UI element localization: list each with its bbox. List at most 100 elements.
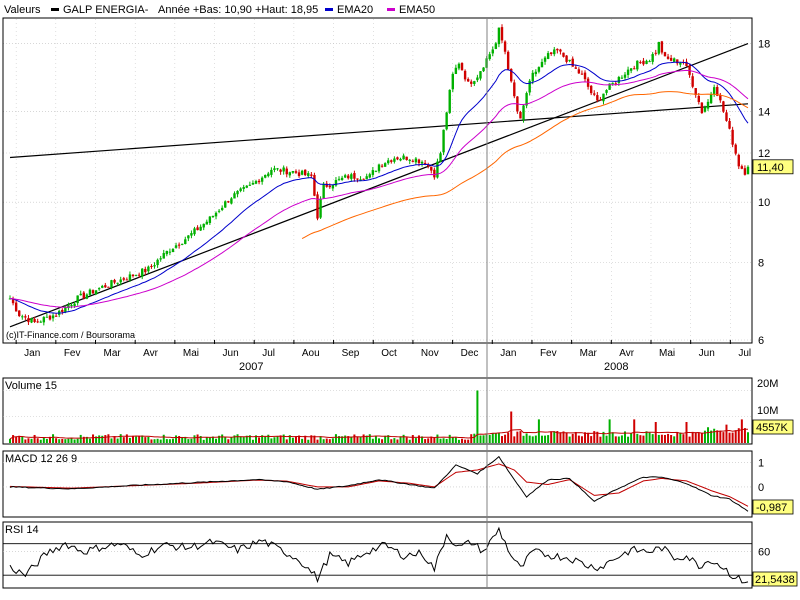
volume-bar — [110, 438, 113, 443]
price-candle — [377, 164, 381, 172]
price-y-tick: 18 — [758, 39, 770, 51]
volume-bar — [15, 436, 18, 443]
volume-bar — [642, 435, 645, 443]
price-candle — [356, 178, 359, 180]
volume-bar — [528, 435, 531, 443]
volume-bar — [359, 436, 362, 443]
volume-bar — [215, 438, 218, 443]
price-candle — [131, 274, 135, 277]
rsi-y-tick: 60 — [758, 547, 770, 559]
volume-bar — [611, 432, 614, 443]
price-candle — [94, 290, 98, 295]
price-candle — [319, 198, 322, 218]
price-candle — [417, 159, 421, 164]
volume-bar — [168, 439, 171, 443]
price-candle — [171, 248, 175, 253]
volume-bar — [691, 431, 694, 443]
volume-bar — [334, 434, 337, 443]
price-candle — [288, 172, 292, 176]
price-candle — [214, 212, 218, 217]
volume-bar — [457, 439, 460, 443]
volume-bar — [513, 436, 516, 443]
price-candle — [374, 170, 378, 172]
volume-bar — [138, 435, 141, 443]
price-candle — [725, 112, 728, 121]
price-candle — [251, 182, 255, 185]
volume-bar — [424, 439, 427, 443]
price-candle — [331, 185, 335, 189]
watermark: (c)IT-Finance.com / Boursorama — [6, 330, 135, 340]
volume-bar — [116, 438, 119, 443]
price-candle — [470, 81, 473, 84]
price-candle — [411, 160, 415, 162]
price-candle — [540, 61, 544, 68]
volume-bar — [467, 439, 470, 443]
price-candle — [430, 166, 433, 171]
volume-bar — [193, 435, 196, 443]
volume-bar — [534, 435, 537, 443]
volume-last-label: 4557K — [756, 422, 788, 434]
volume-bar — [125, 434, 128, 443]
volume-bar — [544, 435, 547, 443]
volume-bar — [568, 436, 571, 443]
price-candle — [596, 95, 599, 101]
price-candle — [497, 27, 501, 45]
price-candle — [297, 172, 301, 176]
price-candle — [282, 167, 285, 172]
price-candle — [737, 154, 740, 167]
price-candle — [107, 286, 110, 288]
price-candle — [645, 60, 648, 64]
price-candle — [629, 68, 633, 71]
price-candle — [706, 101, 710, 109]
volume-bar — [433, 438, 436, 443]
price-candle — [104, 285, 107, 288]
volume-bar — [328, 439, 331, 443]
price-candle — [466, 79, 470, 82]
price-candle — [666, 56, 670, 59]
volume-bar — [58, 439, 61, 443]
volume-bar — [663, 434, 666, 443]
volume-bar — [24, 439, 27, 443]
ema20-label: EMA20 — [337, 4, 373, 16]
month-label: Fev — [64, 348, 81, 359]
volume-bar — [33, 434, 36, 443]
price-candle — [531, 72, 534, 82]
volume-bar — [620, 435, 623, 443]
price-candle — [611, 82, 614, 84]
price-candle — [365, 176, 368, 180]
price-candle — [722, 101, 725, 112]
volume-bar — [540, 435, 543, 443]
year-label-2007: 2007 — [239, 361, 263, 373]
price-candle — [276, 168, 279, 170]
volume-bar — [9, 438, 11, 443]
price-candle — [79, 293, 82, 296]
range-text: Année +Bas: 10,90 +Haut: 18,95 — [158, 4, 318, 16]
price-last-value: 11,40 — [752, 159, 794, 175]
price-candle — [168, 251, 172, 253]
price-candle — [156, 259, 159, 266]
price-candle — [660, 41, 664, 53]
price-candle — [257, 180, 261, 183]
price-candle — [42, 317, 46, 323]
rsi-title: RSI 14 — [5, 524, 39, 536]
price-candle — [697, 95, 700, 103]
volume-bar — [61, 438, 64, 443]
volume-bar — [119, 434, 122, 443]
price-candle — [76, 295, 79, 304]
volume-bar — [525, 433, 528, 443]
price-candle — [399, 158, 402, 161]
price-candle — [116, 282, 119, 284]
volume-tick-20m: 20M — [757, 378, 778, 390]
volume-bar — [156, 438, 159, 443]
price-candle — [420, 161, 424, 164]
price-candle — [217, 210, 221, 212]
volume-bar — [734, 430, 737, 443]
volume-bar — [731, 432, 734, 443]
volume-bar — [608, 419, 611, 443]
price-candle — [559, 49, 562, 52]
price-candle — [36, 321, 39, 323]
price-y-tick: 10 — [758, 197, 770, 209]
volume-bar — [491, 433, 494, 443]
volume-bar — [707, 427, 710, 443]
volume-bar — [660, 434, 663, 443]
